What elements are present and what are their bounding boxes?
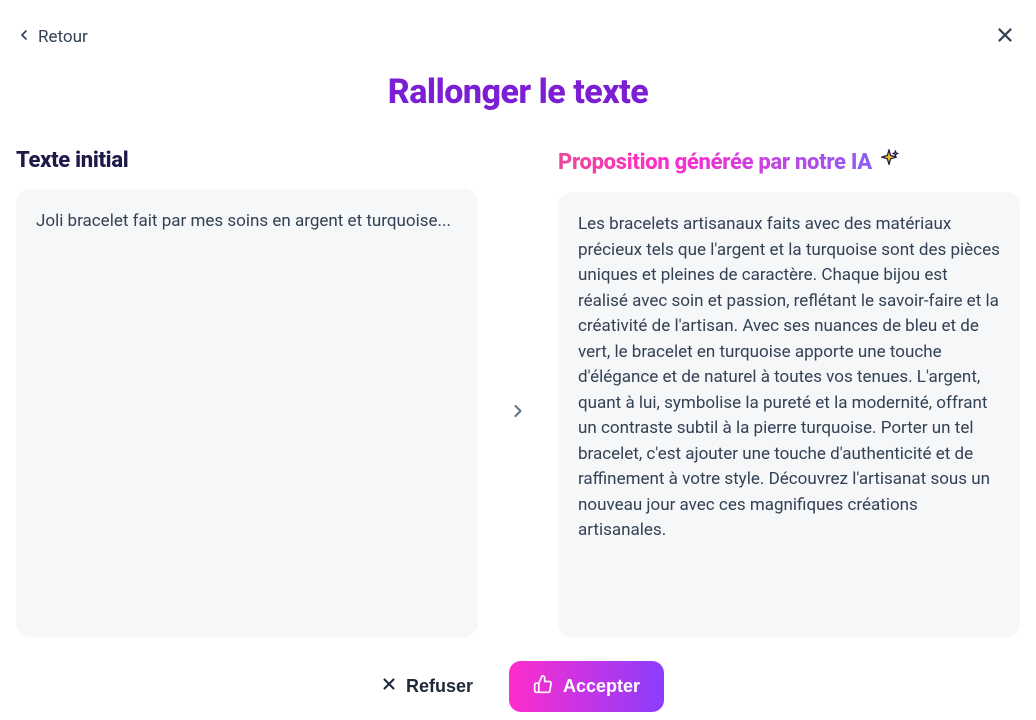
accept-button[interactable]: Accepter	[509, 661, 664, 712]
generated-text-column: Proposition générée par notre IA Les bra…	[558, 148, 1020, 637]
initial-text-panel: Joli bracelet fait par mes soins en arge…	[16, 189, 478, 637]
reject-label: Refuser	[406, 676, 473, 697]
generated-text-panel: Les bracelets artisanaux faits avec des …	[558, 192, 1020, 637]
page-title: Rallonger le texte	[0, 72, 1036, 112]
reject-button[interactable]: Refuser	[372, 665, 481, 708]
initial-text-column: Texte initial Joli bracelet fait par mes…	[16, 148, 478, 637]
generated-heading-row: Proposition générée par notre IA	[558, 148, 1020, 176]
generated-heading: Proposition générée par notre IA	[558, 150, 872, 175]
back-button[interactable]: Retour	[16, 27, 88, 48]
sparkle-icon	[878, 148, 900, 176]
thumbs-up-icon	[533, 674, 553, 699]
chevron-right-icon	[508, 401, 528, 425]
footer-actions: Refuser Accepter	[0, 661, 1036, 712]
accept-label: Accepter	[563, 676, 640, 697]
x-icon	[380, 675, 398, 698]
divider-column	[478, 148, 558, 637]
close-button[interactable]	[990, 20, 1020, 54]
initial-heading: Texte initial	[16, 148, 478, 173]
back-label: Retour	[38, 27, 88, 47]
close-icon	[994, 31, 1016, 50]
chevron-left-icon	[16, 27, 32, 48]
